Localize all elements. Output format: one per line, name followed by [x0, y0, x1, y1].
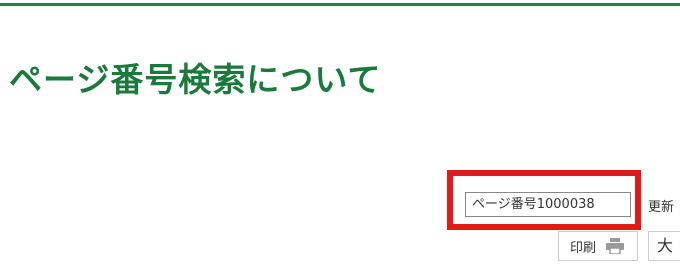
- font-size-button[interactable]: 大: [648, 231, 680, 261]
- printer-icon: [606, 238, 625, 255]
- print-button[interactable]: 印刷: [558, 231, 638, 261]
- updated-date-label: 更新: [648, 200, 675, 215]
- page-title: ページ番号検索について: [9, 60, 382, 99]
- print-button-label: 印刷: [570, 240, 597, 256]
- page-number-label: ページ番号1000038: [465, 192, 631, 217]
- header-accent-rule: [0, 3, 680, 6]
